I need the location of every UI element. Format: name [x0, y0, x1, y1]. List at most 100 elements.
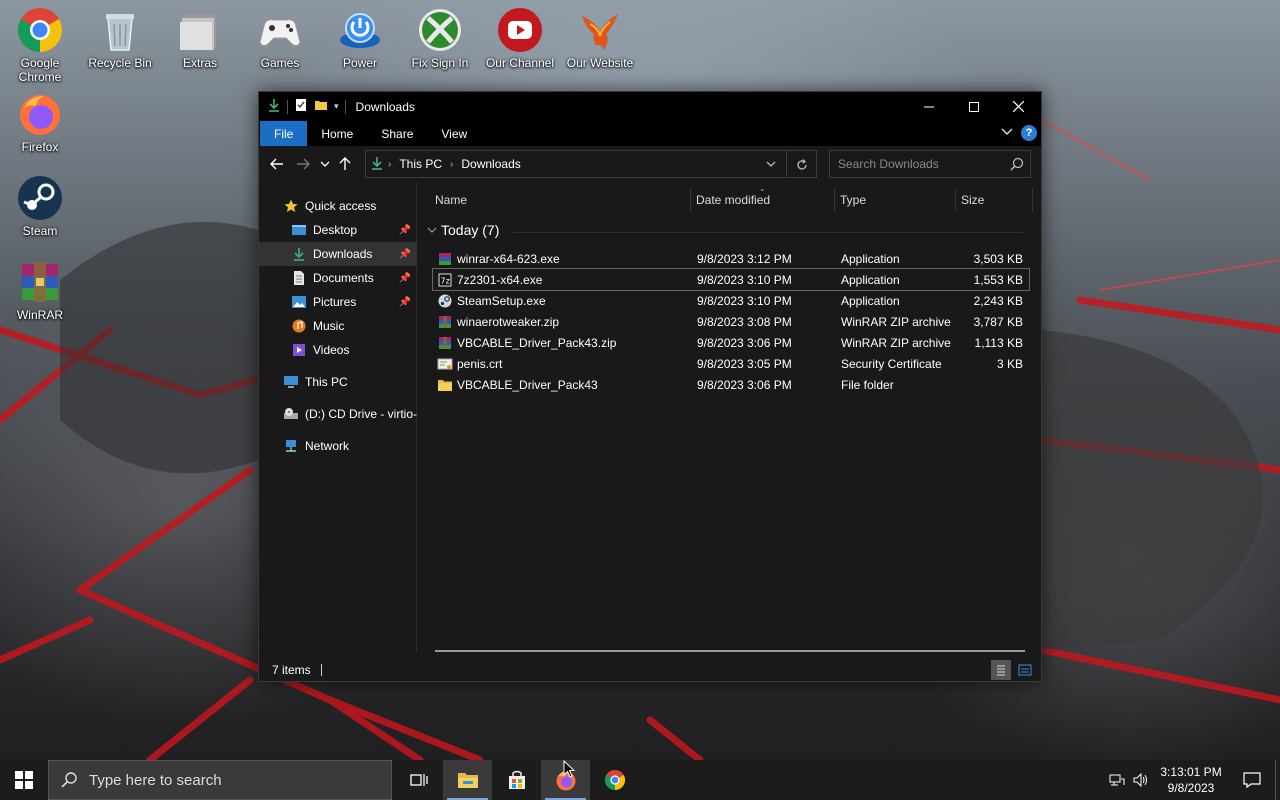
group-header-today[interactable]: Today (7): [427, 222, 1023, 238]
file-name: winrar-x64-623.exe: [457, 251, 560, 266]
network-icon: [283, 438, 299, 454]
column-header-type[interactable]: Type: [840, 182, 866, 218]
sidebar-item-this-pc[interactable]: This PC: [259, 370, 417, 394]
column-header-name[interactable]: Name: [435, 182, 467, 218]
file-row[interactable]: VBCABLE_Driver_Pack43.zip 9/8/2023 3:06 …: [433, 332, 1029, 353]
file-row[interactable]: penis.crt 9/8/2023 3:05 PM Security Cert…: [433, 353, 1029, 374]
file-row[interactable]: winaerotweaker.zip 9/8/2023 3:08 PM WinR…: [433, 311, 1029, 332]
file-name: winaerotweaker.zip: [457, 314, 560, 329]
sidebar-item-videos[interactable]: Videos: [259, 338, 417, 362]
sidebar-item-documents[interactable]: Documents 📌: [259, 266, 417, 290]
file-row[interactable]: SteamSetup.exe 9/8/2023 3:10 PM Applicat…: [433, 290, 1029, 311]
volume-icon[interactable]: [1129, 760, 1153, 800]
desktop-icon-steam[interactable]: Steam: [1, 168, 79, 238]
properties-icon[interactable]: [294, 98, 308, 115]
tab-home[interactable]: Home: [307, 121, 367, 146]
desktop-icon-fix-sign-in[interactable]: Fix Sign In: [401, 0, 479, 70]
sidebar-item-network[interactable]: Network: [259, 434, 417, 458]
column-header-size[interactable]: Size: [961, 182, 984, 218]
sidebar-item-music[interactable]: Music: [259, 314, 417, 338]
column-divider[interactable]: [1032, 188, 1033, 212]
desktop-icon-firefox[interactable]: Firefox: [1, 84, 79, 154]
pin-icon[interactable]: 📌: [399, 225, 411, 236]
notification-center-button[interactable]: [1229, 760, 1275, 800]
notification-icon: [1243, 772, 1261, 788]
taskbar-file-explorer[interactable]: [443, 760, 492, 800]
sidebar-item-cd-drive[interactable]: (D:) CD Drive - virtio-: [259, 402, 417, 426]
address-bar[interactable]: › This PC › Downloads: [365, 150, 817, 178]
task-view-button[interactable]: [394, 760, 443, 800]
clock[interactable]: 3:13:01 PM 9/8/2023: [1153, 764, 1229, 796]
maximize-button[interactable]: [951, 92, 996, 121]
certificate-file-icon: [437, 356, 453, 372]
file-list: Name Date modified ⌄ Type Size Today (7)…: [419, 182, 1041, 652]
taskbar-chrome[interactable]: [590, 760, 639, 800]
divider: [344, 99, 346, 114]
new-folder-icon[interactable]: [314, 98, 328, 115]
search-box[interactable]: Search Downloads: [829, 150, 1031, 178]
desktop-icon-our-website[interactable]: Our Website: [561, 0, 639, 70]
pin-icon[interactable]: 📌: [399, 249, 411, 260]
chevron-down-icon: [427, 227, 437, 233]
close-button[interactable]: [996, 92, 1041, 121]
back-button[interactable]: [264, 150, 290, 178]
star-icon: [283, 198, 299, 214]
desktop-icon-recycle-bin[interactable]: Recycle Bin: [81, 0, 159, 70]
recent-locations-button[interactable]: [316, 150, 334, 178]
tab-view[interactable]: View: [427, 121, 481, 146]
music-icon: [291, 318, 307, 334]
taskbar-search-input[interactable]: Type here to search: [89, 772, 222, 789]
desktop-icon-power[interactable]: Power: [321, 0, 399, 70]
desktop-icon-winrar[interactable]: WinRAR: [1, 252, 79, 322]
sidebar-item-pictures[interactable]: Pictures 📌: [259, 290, 417, 314]
sidebar-item-downloads[interactable]: Downloads 📌: [259, 242, 417, 266]
sidebar-item-quick-access[interactable]: Quick access: [259, 194, 417, 218]
column-divider[interactable]: [955, 188, 956, 212]
help-button[interactable]: ?: [1021, 125, 1037, 141]
file-name: VBCABLE_Driver_Pack43: [457, 377, 598, 392]
pin-icon[interactable]: 📌: [399, 273, 411, 284]
show-desktop-button[interactable]: [1275, 760, 1280, 800]
file-row[interactable]: 7z 7z2301-x64.exe 9/8/2023 3:10 PM Appli…: [432, 268, 1030, 291]
taskbar-microsoft-store[interactable]: [492, 760, 541, 800]
desktop-icon-label: Recycle Bin: [88, 56, 152, 70]
refresh-icon[interactable]: [786, 151, 816, 177]
store-icon: [508, 770, 525, 789]
address-dropdown-icon[interactable]: [756, 157, 786, 171]
file-date: 9/8/2023 3:08 PM: [697, 314, 792, 329]
large-icons-view-icon[interactable]: [1015, 660, 1035, 680]
minimize-button[interactable]: [906, 92, 951, 121]
desktop-icon-our-channel[interactable]: Our Channel: [481, 0, 559, 70]
horizontal-scrollbar[interactable]: [435, 650, 1025, 652]
pin-icon[interactable]: 📌: [399, 297, 411, 308]
search-input[interactable]: Search Downloads: [838, 157, 939, 171]
breadcrumb-this-pc[interactable]: This PC: [399, 157, 442, 171]
desktop-icon-label: Power: [342, 56, 377, 70]
up-button[interactable]: [334, 150, 356, 178]
breadcrumb-downloads[interactable]: Downloads: [461, 157, 520, 171]
forward-button[interactable]: [290, 150, 316, 178]
network-status-icon[interactable]: [1105, 760, 1129, 800]
file-date: 9/8/2023 3:06 PM: [697, 377, 792, 392]
file-row[interactable]: VBCABLE_Driver_Pack43 9/8/2023 3:06 PM F…: [433, 374, 1029, 395]
view-switcher: [991, 660, 1035, 680]
sidebar-item-desktop[interactable]: Desktop 📌: [259, 218, 417, 242]
desktop-icon-google-chrome[interactable]: Google Chrome: [1, 0, 79, 84]
sidebar-item-label: (D:) CD Drive - virtio-: [305, 407, 417, 421]
taskbar-search-box[interactable]: Type here to search: [48, 760, 392, 800]
file-row[interactable]: winrar-x64-623.exe 9/8/2023 3:12 PM Appl…: [433, 248, 1029, 269]
file-type: Application: [841, 272, 900, 287]
start-button[interactable]: [0, 760, 48, 800]
clock-date: 9/8/2023: [1167, 781, 1215, 795]
column-divider[interactable]: [690, 188, 691, 212]
details-view-icon[interactable]: [991, 660, 1011, 680]
customize-dropdown-icon[interactable]: ▾: [334, 101, 339, 112]
tab-share[interactable]: Share: [367, 121, 427, 146]
desktop-icon-extras[interactable]: Extras: [161, 0, 239, 70]
firefox-icon: [16, 90, 64, 138]
expand-ribbon-icon[interactable]: [1001, 126, 1013, 140]
tab-file[interactable]: File: [260, 121, 308, 146]
desktop-icon-games[interactable]: Games: [241, 0, 319, 70]
column-divider[interactable]: [834, 188, 835, 212]
breadcrumb-separator-icon: ›: [450, 158, 454, 170]
